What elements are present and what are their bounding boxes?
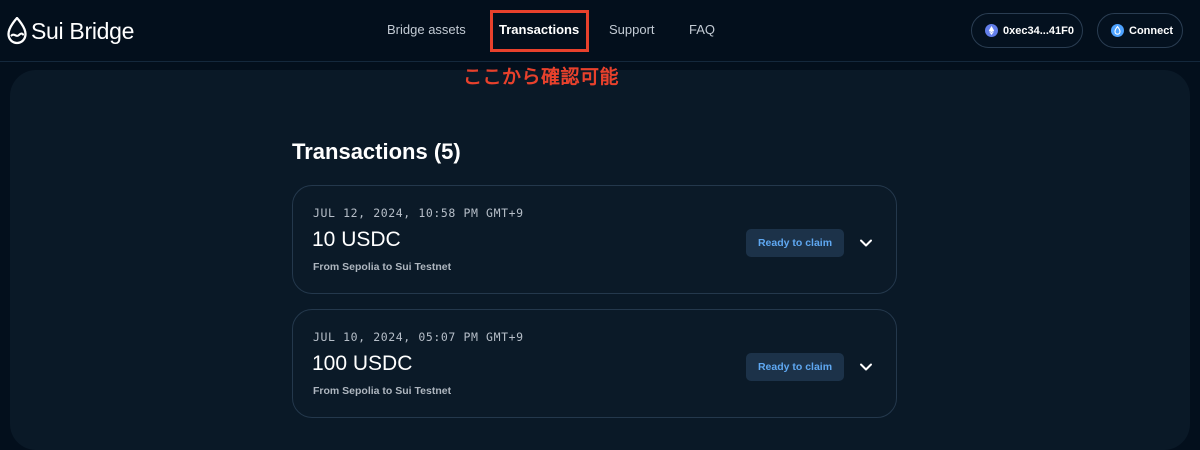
transaction-date: JUL 12, 2024, 10:58 PM GMT+9 [313, 206, 524, 220]
nav-support[interactable]: Support [609, 22, 655, 37]
page-title: Transactions (5) [292, 139, 461, 164]
transaction-amount: 10 USDC [312, 228, 401, 251]
nav-bridge-assets[interactable]: Bridge assets [387, 22, 466, 37]
chevron-down-icon[interactable] [859, 360, 873, 374]
status-badge[interactable]: Ready to claim [746, 229, 844, 257]
chevron-down-icon[interactable] [859, 236, 873, 250]
ethereum-icon [985, 24, 998, 37]
transaction-route: From Sepolia to Sui Testnet [313, 261, 452, 273]
nav-faq[interactable]: FAQ [689, 22, 715, 37]
transaction-amount: 100 USDC [312, 352, 413, 375]
sui-logo-icon [7, 17, 27, 45]
transaction-card[interactable]: JUL 12, 2024, 10:58 PM GMT+9 10 USDC Fro… [292, 185, 897, 294]
sui-icon [1111, 24, 1124, 37]
highlight-box [490, 10, 589, 52]
top-bar: Sui Bridge Bridge assets Transactions Su… [0, 0, 1200, 62]
transaction-card[interactable]: JUL 10, 2024, 05:07 PM GMT+9 100 USDC Fr… [292, 309, 897, 418]
status-badge[interactable]: Ready to claim [746, 353, 844, 381]
wallet-address: 0xec34...41F0 [1003, 24, 1074, 37]
connect-button[interactable]: Connect [1097, 13, 1183, 48]
wallet-address-button[interactable]: 0xec34...41F0 [971, 13, 1083, 48]
transaction-date: JUL 10, 2024, 05:07 PM GMT+9 [313, 330, 524, 344]
transaction-route: From Sepolia to Sui Testnet [313, 385, 452, 397]
logo[interactable]: Sui Bridge [6, 16, 134, 46]
annotation-text: ここから確認可能 [463, 66, 620, 88]
connect-label: Connect [1129, 24, 1173, 37]
brand-name: Sui Bridge [31, 17, 135, 44]
